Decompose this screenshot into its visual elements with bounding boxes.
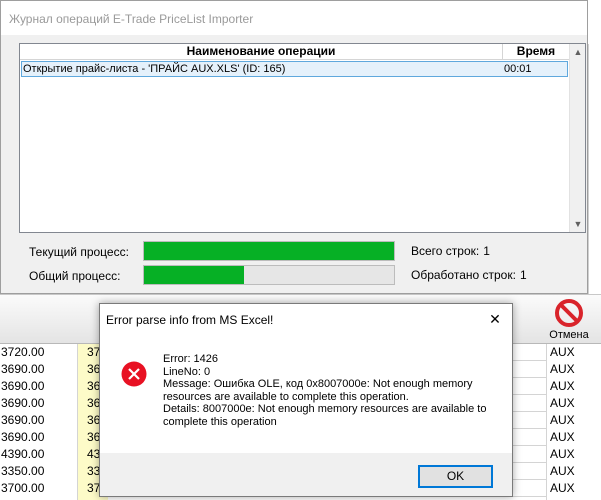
error-dialog-titlebar[interactable]: Error parse info from MS Excel! ✕ (100, 304, 512, 334)
price-cell: 3690.00 (0, 429, 78, 446)
background-right-strip (588, 44, 601, 294)
overall-process-progress-fill (144, 266, 244, 284)
operations-log-window: Журнал операций E-Trade PriceList Import… (0, 0, 588, 294)
operation-row[interactable]: Открытие прайс-листа - 'ПРАЙС AUX.XLS' (… (21, 61, 568, 77)
supplier-cell: AUX (546, 429, 601, 446)
ok-button[interactable]: OK (418, 465, 493, 488)
price-cell: 3720.00 (0, 344, 78, 361)
price-cell: 3690.00 (0, 412, 78, 429)
supplier-cell: AUX (546, 361, 601, 378)
price-cell: 3690.00 (0, 378, 78, 395)
supplier-cell: AUX (546, 395, 601, 412)
current-process-progress-fill (144, 242, 394, 260)
supplier-cell: AUX (546, 378, 601, 395)
supplier-cell: AUX (546, 463, 601, 480)
error-icon (121, 361, 147, 387)
log-window-titlebar[interactable]: Журнал операций E-Trade PriceList Import… (1, 1, 587, 35)
operation-name: Открытие прайс-листа - 'ПРАЙС AUX.XLS' (… (23, 63, 286, 75)
supplier-cell: AUX (546, 344, 601, 361)
price-cell: 3690.00 (0, 361, 78, 378)
total-rows-value: 1 (483, 244, 490, 258)
error-dialog-footer: OK (100, 453, 512, 496)
current-process-label: Текущий процесс: (29, 245, 129, 259)
supplier-cell: AUX (546, 446, 601, 463)
price-cell: 3690.00 (0, 395, 78, 412)
error-dialog-title: Error parse info from MS Excel! (106, 313, 274, 327)
total-rows-info: Всего строк: 1 (411, 244, 490, 258)
scroll-down-arrow-icon[interactable]: ▼ (570, 216, 586, 232)
supplier-cell: AUX (546, 480, 601, 497)
column-header-time[interactable]: Время (503, 44, 569, 60)
operations-list-scrollbar[interactable]: ▲ ▼ (569, 44, 585, 232)
operations-list-header: Наименование операции Время (20, 44, 569, 60)
error-dialog: Error parse info from MS Excel! ✕ Error:… (99, 303, 513, 497)
supplier-cell: AUX (546, 412, 601, 429)
total-rows-label: Всего строк: (411, 244, 480, 258)
operations-list[interactable]: Наименование операции Время Открытие пра… (19, 43, 586, 233)
processed-rows-label: Обработано строк: (411, 268, 516, 282)
processed-rows-value: 1 (519, 268, 527, 282)
scroll-up-arrow-icon[interactable]: ▲ (570, 44, 586, 60)
error-message: Error: 1426 LineNo: 0 Message: Ошибка OL… (163, 353, 487, 428)
log-window-title: Журнал операций E-Trade PriceList Import… (9, 12, 254, 26)
overall-process-label: Общий процесс: (29, 269, 121, 283)
price-cell: 4390.00 (0, 446, 78, 463)
operation-time: 00:01 (504, 63, 532, 75)
close-icon[interactable]: ✕ (484, 308, 506, 330)
current-process-progressbar (143, 241, 395, 261)
price-cell: 3350.00 (0, 463, 78, 480)
processed-rows-info: Обработано строк: 1 (411, 268, 527, 282)
cancel-prohibit-icon (555, 299, 583, 327)
overall-process-progressbar (143, 265, 395, 285)
price-cell: 3700.00 (0, 480, 78, 497)
cancel-button-label: Отмена (549, 329, 589, 341)
cancel-button[interactable]: Отмена (540, 298, 598, 344)
column-header-operation-name[interactable]: Наименование операции (20, 44, 503, 60)
